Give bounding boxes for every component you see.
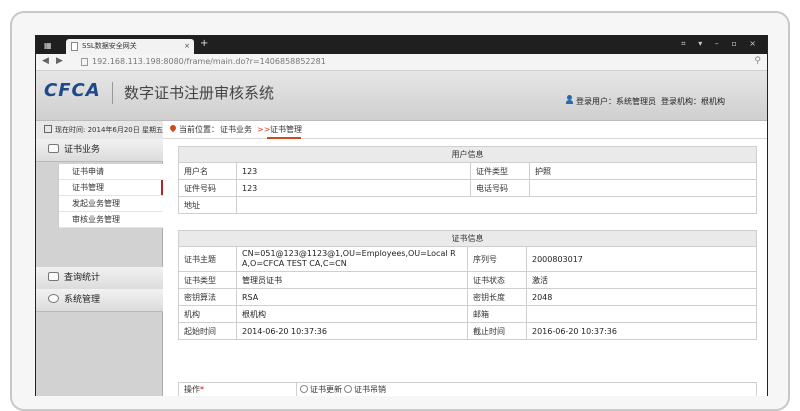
certificate-icon [48,144,59,153]
field-label: 邮箱 [467,305,527,323]
operation-label: 操作* [184,383,204,396]
operation-label-text: 操作 [184,385,200,394]
calendar-icon [44,125,52,133]
keylen-value: 2048 [526,288,757,306]
field-label: 密钥长度 [467,288,527,306]
field-label: 用户名 [178,162,237,180]
current-date-bar: 现在时间: 2014年6月20日 星期五 [36,121,163,140]
field-label: 证书主题 [178,246,237,272]
required-marker: * [200,385,204,394]
algo-value: RSA [236,288,468,306]
app-header: CFCA 数字证书注册审核系统 登录用户：系统管理员 登录机构：根机构 [36,71,767,121]
address-bar: ◀ ▶ 192.168.113.198:8080/frame/main.do?r… [36,54,767,71]
system-title: 数字证书注册审核系统 [124,84,275,102]
browser-tab-title: SSL数据安全网关 [82,42,137,50]
radio-icon[interactable] [300,385,308,393]
radio-cert-revoke[interactable]: 证书吊销 [344,383,386,396]
org-value: 根机构 [236,305,468,323]
field-label: 证件号码 [178,179,237,197]
user-icon [566,95,573,105]
section-label: 查询统计 [64,273,101,283]
radio-cert-update[interactable]: 证书更新 [300,383,342,396]
field-label: 证件类型 [470,162,530,180]
section-label: 证书业务 [64,145,101,155]
field-label: 证书类型 [178,271,237,289]
login-org: 登录机构：根机构 [661,97,725,106]
browser-tab-bar: ▦ SSL数据安全网关 × + ⌗ ▾ – ▫ × [36,36,767,54]
tab-close-icon[interactable]: × [184,39,190,54]
sidebar-item-initiate-business[interactable]: 发起业务管理 [59,196,164,212]
field-label: 电话号码 [470,179,530,197]
address-value [236,196,757,214]
user-info-caption: 用户信息 [178,146,757,163]
radio-icon[interactable] [344,385,352,393]
document-icon [71,42,78,51]
field-label: 密钥算法 [178,288,237,306]
window-controls[interactable]: ⌗ ▾ – ▫ × [681,39,761,49]
sidebar-subnav: 证书申请 证书管理 发起业务管理 审核业务管理 [58,164,164,228]
user-info-table: 用户信息 用户名 123 证件类型 护照 证件号码 123 电话号码 地址 [178,146,757,214]
breadcrumb-underline [267,137,301,139]
section-label: 系统管理 [64,295,101,305]
sidebar: 现在时间: 2014年6月20日 星期五 证书业务 证书申请 证书管理 发起业务… [36,121,164,396]
forward-arrow-icon[interactable]: ▶ [56,56,63,66]
location-pin-icon [168,123,178,133]
back-arrow-icon[interactable]: ◀ [42,56,49,66]
email-value [526,305,757,323]
logo-divider [112,82,113,104]
field-label: 地址 [178,196,237,214]
cert-info-table: 证书信息 证书主题 CN=051@123@1123@1,OU=Employees… [178,230,757,340]
radio-label: 证书更新 [310,385,342,394]
apps-grid-icon[interactable]: ▦ [44,41,53,50]
cert-info-caption: 证书信息 [178,230,757,247]
sidebar-item-cert-manage[interactable]: 证书管理 [59,180,164,196]
browser-tab[interactable]: SSL数据安全网关 × [66,39,194,54]
field-label: 截止时间 [467,322,527,340]
breadcrumb-level1[interactable]: 证书业务 [220,121,252,139]
field-label: 证书状态 [467,271,527,289]
sidebar-item-audit-business[interactable]: 审核业务管理 [59,212,164,228]
phone-value [529,179,757,197]
new-tab-button[interactable]: + [200,38,208,49]
login-user: 登录用户：系统管理员 [576,97,656,106]
idno-value: 123 [236,179,471,197]
section-cert-business[interactable]: 证书业务 [36,139,163,162]
cfca-logo: CFCA [44,80,101,101]
serial-value: 2000803017 [526,246,757,272]
operation-divider [296,383,297,396]
field-label: 序列号 [467,246,527,272]
radio-label: 证书吊销 [354,385,386,394]
start-value: 2014-06-20 10:37:36 [236,322,468,340]
url-field[interactable]: 192.168.113.198:8080/frame/main.do?r=140… [92,57,326,66]
current-date: 现在时间: 2014年6月20日 星期五 [55,126,163,134]
sidebar-item-cert-apply[interactable]: 证书申请 [59,164,164,180]
username-value: 123 [236,162,471,180]
operation-row: 操作* 证书更新 证书吊销 [178,382,757,396]
field-label: 起始时间 [178,322,237,340]
page-icon [81,58,88,66]
main-content: 当前位置： 证书业务 >> 证书管理 用户信息 用户名 123 证件类型 护照 … [163,121,767,396]
status-value: 激活 [526,271,757,289]
screen: ▦ SSL数据安全网关 × + ⌗ ▾ – ▫ × ◀ ▶ 192.168.11… [35,35,768,396]
end-value: 2016-06-20 10:37:36 [526,322,757,340]
field-label: 机构 [178,305,237,323]
gear-icon [48,294,59,303]
breadcrumb: 当前位置： 证书业务 >> 证书管理 [163,121,767,139]
search-icon[interactable]: ⚲ [754,56,761,66]
subject-value: CN=051@123@1123@1,OU=Employees,OU=Local … [236,246,468,272]
idtype-value: 护照 [529,162,757,180]
section-system-manage[interactable]: 系统管理 [36,289,163,312]
type-value: 管理员证书 [236,271,468,289]
magnifier-icon [48,272,59,281]
section-query-stats[interactable]: 查询统计 [36,267,163,290]
breadcrumb-label: 当前位置： [179,125,219,134]
